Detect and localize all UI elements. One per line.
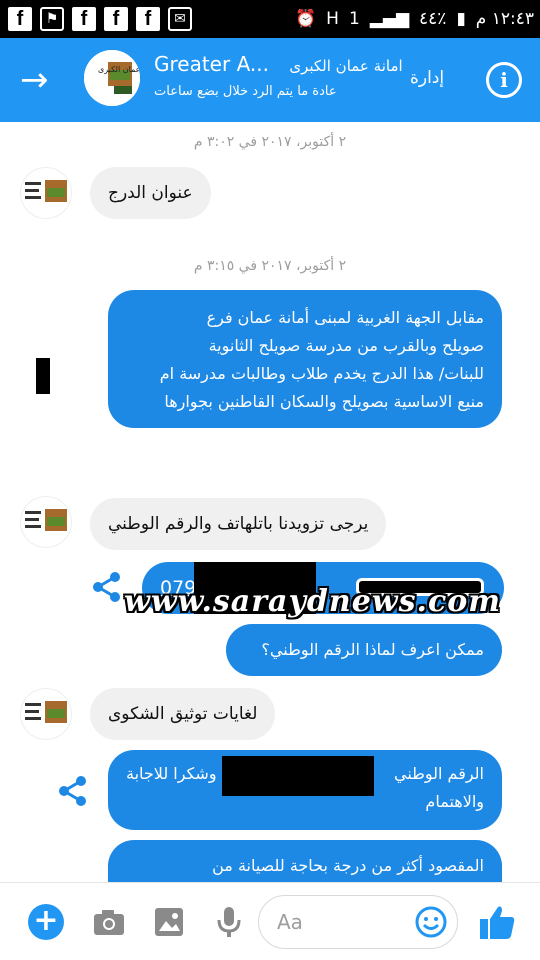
battery-label: ٤٤٪ (419, 9, 447, 29)
facebook-notification-icon: f (104, 7, 128, 31)
message-line: للبنات/ هذا الدرج يخدم طلاب وطالبات مدرس… (159, 364, 484, 383)
outgoing-message[interactable]: مقابل الجهة الغربية لمبنى أمانة عمان فرع… (108, 290, 502, 428)
incoming-message[interactable]: لغايات توثيق الشكوى (90, 688, 276, 740)
incoming-message[interactable]: عنوان الدرج (90, 167, 211, 219)
message-line: صويلح وبالقرب من مدرسة صويلح الثانوية (208, 336, 484, 355)
info-icon[interactable]: i (486, 62, 522, 98)
redaction-mark (222, 756, 374, 796)
page-name-en: Greater A... (154, 52, 269, 76)
back-arrow-icon[interactable]: → (20, 60, 49, 100)
message-thread[interactable]: ٢ أكتوبر، ٢٠١٧ في ٣:٠٢ م عنوان الدرج ٢ أ… (0, 122, 540, 920)
manage-button[interactable]: إدارة (410, 68, 444, 88)
facebook-notification-icon: f (72, 7, 96, 31)
message-text: ممكن اعرف لماذا الرقم الوطني؟ (261, 640, 484, 659)
conversation-title[interactable]: Greater A... امانة عمان الكبرى (154, 52, 403, 76)
mail-notification-icon: ✉ (168, 7, 192, 31)
avatar-logo-text: أمانة عمان الكبرى (98, 64, 140, 74)
camera-icon[interactable] (92, 905, 126, 939)
thumbs-up-icon[interactable] (478, 903, 516, 941)
notification-icons: f ⚑ f f f ✉ (8, 0, 192, 38)
watermark: www.saraydnews.com (124, 584, 501, 619)
facebook-page-notification-icon: ⚑ (40, 7, 64, 31)
message-line: منيع الاساسية بصويلح والسكان القاطنين بج… (164, 392, 484, 411)
alarm-icon: ⏰ (295, 9, 317, 29)
redaction-mark (36, 358, 50, 394)
sender-avatar[interactable] (20, 496, 72, 548)
battery-icon: ▮ (456, 9, 466, 29)
message-input[interactable]: Aa (258, 895, 458, 949)
page-avatar[interactable]: أمانة عمان الكبرى (84, 50, 140, 106)
signal-icon: ▂▄▆ (369, 9, 410, 29)
sender-avatar[interactable] (20, 167, 72, 219)
message-text: لغايات توثيق الشكوى (108, 704, 258, 724)
message-text: يرجى تزويدنا باتلهاتف والرقم الوطني (108, 514, 369, 534)
network-type-label: H (326, 9, 339, 29)
photo-icon[interactable] (152, 905, 186, 939)
message-input-placeholder: Aa (277, 910, 303, 934)
microphone-icon[interactable] (212, 905, 246, 939)
message-timestamp: ٢ أكتوبر، ٢٠١٧ في ٣:٠٢ م (193, 134, 347, 150)
system-icons: ⏰ H 1 ▂▄▆ ٤٤٪ ▮ ١٢:٤٣ م (295, 0, 534, 38)
message-line: وشكرا للاجابة (126, 764, 217, 783)
clock: ١٢:٤٣ م (475, 9, 534, 29)
message-line: الرقم الوطني (393, 764, 484, 783)
sim-indicator: 1 (348, 9, 360, 29)
share-icon[interactable] (90, 570, 124, 604)
facebook-notification-icon: f (136, 7, 160, 31)
add-button[interactable]: + (28, 904, 64, 940)
share-icon[interactable] (56, 774, 90, 808)
message-text: عنوان الدرج (108, 183, 193, 203)
message-timestamp: ٢ أكتوبر، ٢٠١٧ في ٣:١٥ م (193, 258, 347, 274)
facebook-notification-icon: f (8, 7, 32, 31)
message-line: المقصود أكثر من درجة بحاجة للصيانة من (212, 856, 484, 875)
conversation-header: → أمانة عمان الكبرى Greater A... امانة ع… (0, 38, 540, 122)
message-line: مقابل الجهة الغربية لمبنى أمانة عمان فرع (206, 308, 484, 327)
sender-avatar[interactable] (20, 688, 72, 740)
emoji-icon[interactable] (415, 906, 447, 938)
response-time-note: عادة ما يتم الرد خلال بضع ساعات (154, 84, 337, 99)
outgoing-message[interactable]: ممكن اعرف لماذا الرقم الوطني؟ (226, 624, 502, 676)
page-name-ar: امانة عمان الكبرى (289, 57, 403, 75)
message-composer: + Aa (0, 882, 540, 960)
status-bar: f ⚑ f f f ✉ ⏰ H 1 ▂▄▆ ٤٤٪ ▮ ١٢:٤٣ م (0, 0, 540, 38)
incoming-message[interactable]: يرجى تزويدنا باتلهاتف والرقم الوطني (90, 498, 387, 550)
